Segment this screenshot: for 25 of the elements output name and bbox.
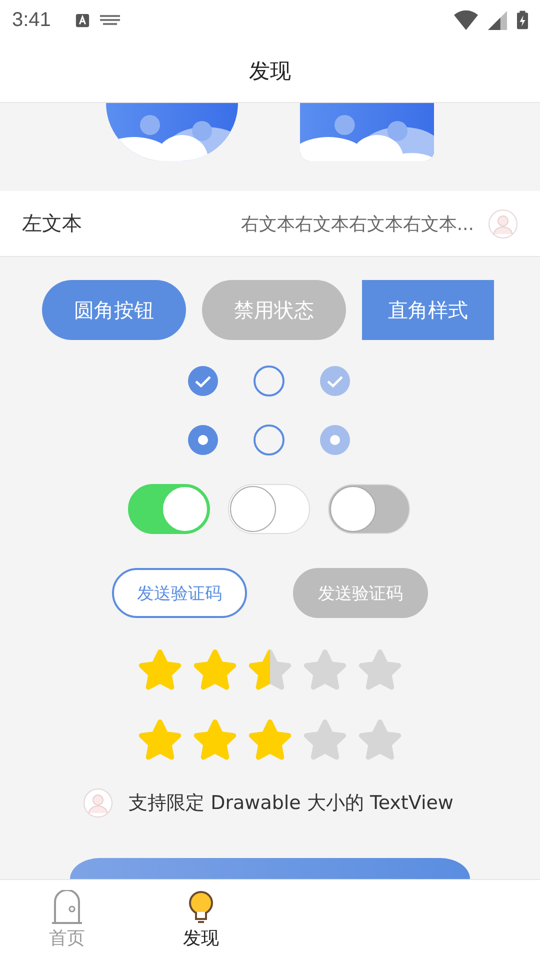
action-button[interactable]: 直角样式 <box>362 280 494 340</box>
checkbox[interactable] <box>253 365 285 397</box>
left-text: 左文本 <box>22 210 83 237</box>
battery-icon <box>517 10 528 30</box>
action-button[interactable]: 圆角按钮 <box>42 280 186 340</box>
send-code-button[interactable]: 发送验证码 <box>112 568 247 618</box>
wifi-icon <box>454 10 478 30</box>
keyboard-a-icon <box>74 12 90 28</box>
signal-icon <box>488 10 507 30</box>
avatar-icon <box>488 208 518 238</box>
page-title: 发现 <box>249 58 291 85</box>
keyboard-icon <box>100 15 120 25</box>
toggle-switch[interactable] <box>128 484 210 534</box>
door-icon <box>51 890 83 924</box>
radio-button[interactable] <box>253 424 285 456</box>
nav-tab[interactable]: 首页 <box>34 880 100 960</box>
radio-button[interactable] <box>187 424 219 456</box>
toggle-switch[interactable] <box>228 484 310 534</box>
right-text: 右文本右文本右文本右文本... <box>240 212 474 236</box>
checkbox[interactable] <box>187 365 219 397</box>
avatar-icon <box>82 788 113 818</box>
nav-tab[interactable]: 发现 <box>168 880 234 960</box>
drawable-text: 支持限定 Drawable 大小的 TextView <box>128 791 454 816</box>
lightbulb-icon <box>187 890 215 924</box>
status-time: 3:41 <box>12 8 51 32</box>
